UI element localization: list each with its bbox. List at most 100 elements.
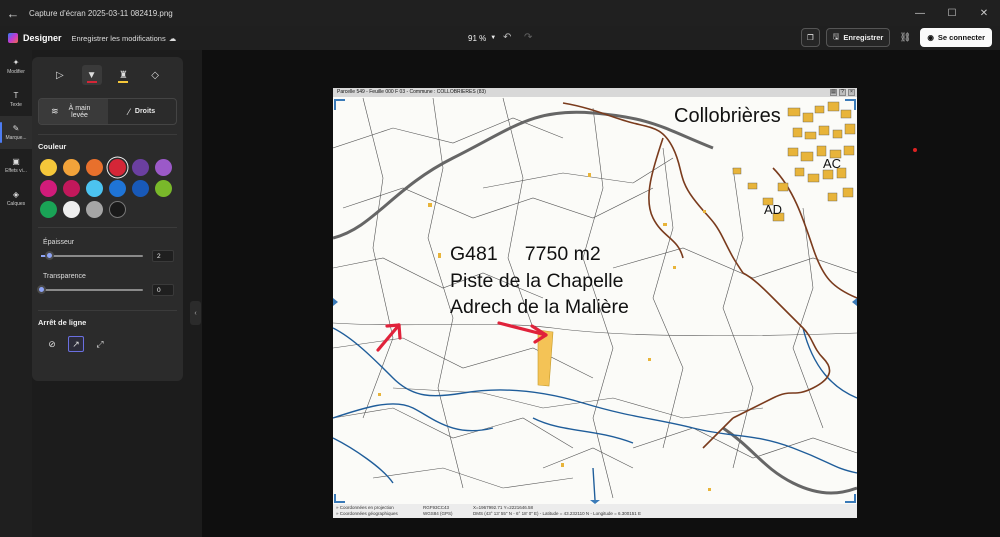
highlighter-tool[interactable]: ♜ <box>113 65 133 85</box>
eraser-tool[interactable]: ◇ <box>145 65 165 85</box>
double-arrow-icon: ⤢ <box>96 338 104 349</box>
eraser-icon: ◇ <box>151 69 159 81</box>
title-bar: ← Capture d'écran 2025-03-11 082419.png … <box>0 0 1000 26</box>
map-footer: » Coordonnées en projection » Coordonnée… <box>333 504 857 518</box>
zoom-control[interactable]: 91 % ▼ <box>468 26 496 50</box>
color-swatch[interactable] <box>86 159 103 176</box>
divider <box>38 227 177 228</box>
back-arrow-icon[interactable]: ← <box>0 6 26 21</box>
footer-wgs-system: WGS84 (GPS) <box>423 511 453 516</box>
nav-label: Texte <box>10 102 22 108</box>
no-arrow-icon: ⊘ <box>48 338 56 349</box>
chevron-left-icon: ‹ <box>194 309 197 317</box>
thickness-input[interactable]: 2 <box>152 250 174 262</box>
share-icon[interactable]: ⛓ <box>896 28 914 47</box>
line-end-double-arrow[interactable]: ⤢ <box>92 336 108 352</box>
annotation-place-name: Adrech de la Malière <box>450 296 629 318</box>
highlighter-color-indicator <box>118 81 129 83</box>
mode-freehand-button[interactable]: ≋ À main levée <box>39 99 108 124</box>
color-swatch[interactable] <box>155 180 172 197</box>
nav-label: Marque... <box>5 135 27 141</box>
text-icon: T <box>13 91 19 100</box>
thickness-slider[interactable] <box>41 251 143 260</box>
transparency-row: 0 <box>37 284 177 296</box>
color-swatch[interactable] <box>155 159 172 176</box>
transparency-slider[interactable] <box>37 285 143 294</box>
nav-item-modifier[interactable]: ✦ Modifier <box>0 50 32 83</box>
save-changes-label: Enregistrer les modifications <box>71 33 166 43</box>
divider <box>38 310 177 311</box>
mode-freehand-label: À main levée <box>68 104 91 119</box>
town-label: Collobrières <box>674 105 781 127</box>
left-nav: ✦ Modifier T Texte ✎ Marque... ▣ Effets … <box>0 50 32 537</box>
transparency-input[interactable]: 0 <box>152 284 174 296</box>
appbar-actions: ❐ 🖫 Enregistrer ⛓ ◉ Se connecter <box>800 28 992 47</box>
color-swatches <box>40 159 183 218</box>
pen-icon: ▼ <box>86 69 97 81</box>
signin-button-label: Se connecter <box>937 33 985 42</box>
divider <box>38 134 177 135</box>
color-label: Couleur <box>38 142 67 151</box>
map-help-icon: ? <box>839 89 846 96</box>
nav-label: Modifier <box>7 69 25 75</box>
collapse-panel-button[interactable]: ‹ <box>190 301 201 325</box>
pen-tool[interactable]: ▼ <box>81 65 102 85</box>
zoom-value: 91 % <box>468 33 487 43</box>
minimize-button[interactable]: — <box>904 0 936 26</box>
footer-projection-label: » Coordonnées en projection <box>336 505 394 510</box>
thickness-thumb[interactable] <box>45 251 55 260</box>
color-swatch[interactable] <box>132 159 149 176</box>
color-swatch[interactable] <box>40 159 57 176</box>
color-swatch[interactable] <box>63 180 80 197</box>
color-swatch[interactable] <box>109 180 126 197</box>
save-changes-link[interactable]: Enregistrer les modifications ☁ <box>72 34 177 43</box>
color-swatch[interactable] <box>63 159 80 176</box>
nav-item-effets[interactable]: ▣ Effets vi... <box>0 149 32 182</box>
nav-item-calques[interactable]: ◈ Calques <box>0 182 32 215</box>
nav-item-marquer[interactable]: ✎ Marque... <box>0 116 32 149</box>
markup-tools: ▷ ▼ ♜ ◇ <box>32 65 183 85</box>
mode-straight-label: Droits <box>134 108 156 115</box>
app-name: Designer <box>23 33 62 43</box>
close-button[interactable]: ✕ <box>968 0 1000 26</box>
signin-button[interactable]: ◉ Se connecter <box>920 28 992 47</box>
line-end-none[interactable]: ⊘ <box>44 336 60 352</box>
select-tool[interactable]: ▷ <box>50 65 70 85</box>
color-swatch[interactable] <box>132 180 149 197</box>
thickness-label: Épaisseur <box>43 239 75 246</box>
straight-line-icon: ⁄ <box>128 106 130 117</box>
window-title: Capture d'écran 2025-03-11 082419.png <box>29 8 173 18</box>
section-ad-label: AD <box>764 202 783 217</box>
redo-icon[interactable]: ↷ <box>524 32 532 43</box>
transparency-thumb[interactable] <box>37 285 46 294</box>
footer-latlon-coords: DMS (43° 13' 55" N - 6° 18' 0" E) - Lati… <box>473 511 642 516</box>
cadastral-map-image[interactable]: Parcelle 549 - Feuille 000 F 03 - Commun… <box>333 88 857 518</box>
footer-xy-coords: X=1967992.71 Y=2221646.58 <box>473 505 533 510</box>
color-swatch[interactable] <box>40 201 57 218</box>
transparency-label: Transparence <box>43 273 86 280</box>
save-icon: 🖫 <box>832 32 840 41</box>
app-bar: Designer Enregistrer les modifications ☁… <box>0 26 1000 50</box>
designer-logo-icon <box>8 33 18 43</box>
maximize-button[interactable]: ☐ <box>936 0 968 26</box>
nav-item-texte[interactable]: T Texte <box>0 83 32 116</box>
color-swatch[interactable] <box>86 201 103 218</box>
line-end-options: ⊘ ↗ ⤢ <box>44 336 183 352</box>
thickness-row: 2 <box>41 250 177 262</box>
color-swatch[interactable] <box>86 180 103 197</box>
nav-label: Effets vi... <box>5 168 27 174</box>
undo-icon[interactable]: ↶ <box>503 32 511 43</box>
color-swatch[interactable] <box>40 180 57 197</box>
save-button[interactable]: 🖫 Enregistrer <box>825 28 891 47</box>
mode-straight-button[interactable]: ⁄ Droits <box>108 99 177 124</box>
map-print-icon: ▤ <box>830 89 837 96</box>
highlighter-icon: ♜ <box>118 69 128 81</box>
color-swatch[interactable] <box>63 201 80 218</box>
save-button-label: Enregistrer <box>843 33 884 42</box>
color-swatch[interactable] <box>109 159 126 176</box>
map-close-icon: × <box>848 89 855 96</box>
copy-button[interactable]: ❐ <box>800 28 820 47</box>
color-swatch[interactable] <box>109 201 126 218</box>
line-end-arrow[interactable]: ↗ <box>68 336 84 352</box>
footer-rgf-system: RGF93CC43 <box>423 505 450 510</box>
